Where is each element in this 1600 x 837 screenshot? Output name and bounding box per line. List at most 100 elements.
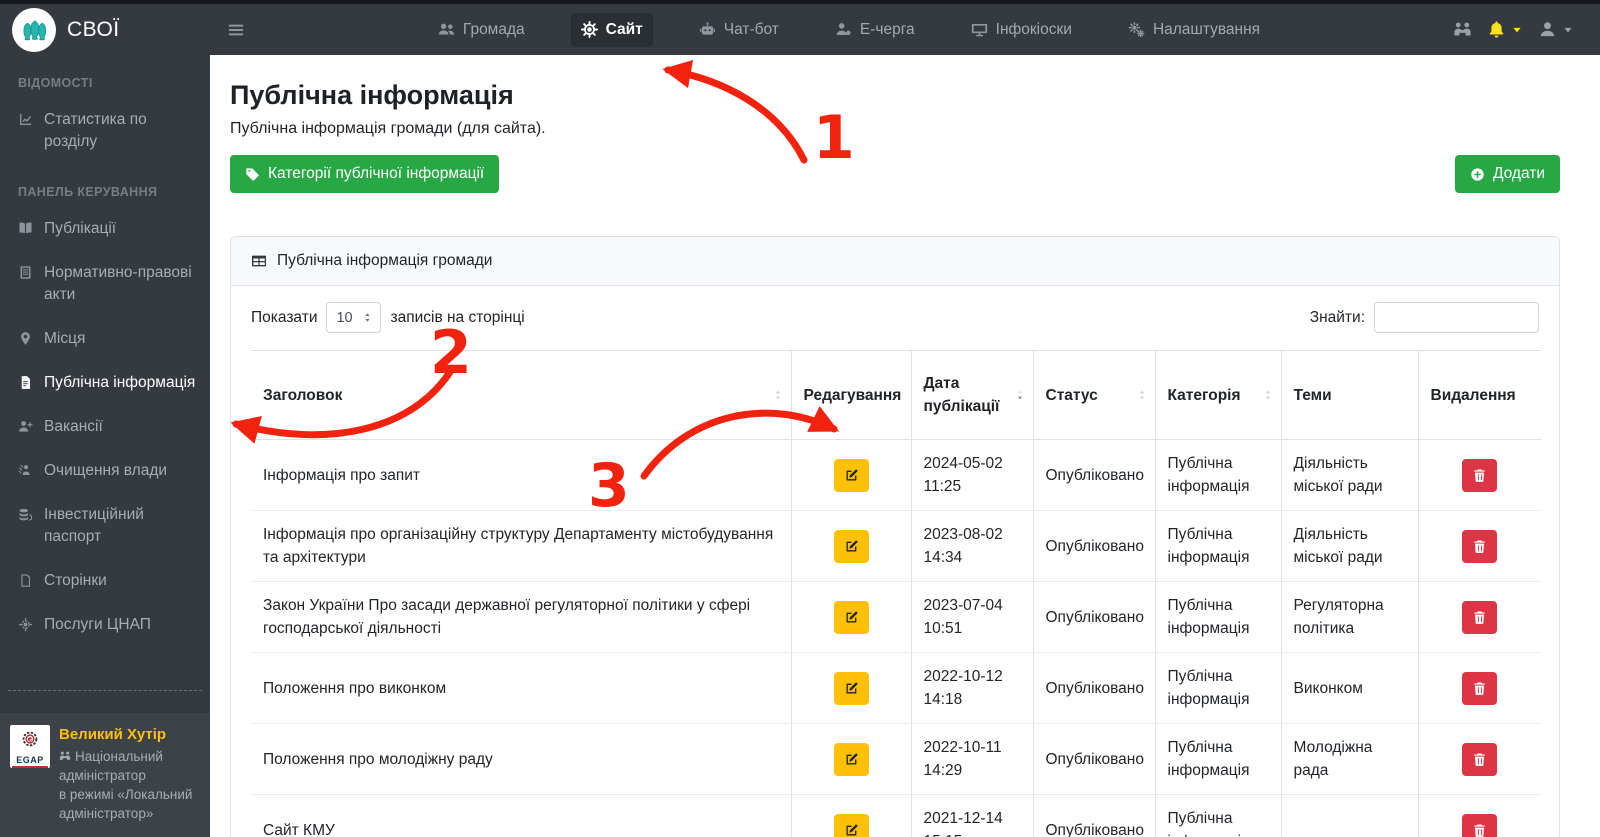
row-publish-date: 2023-07-04 10:51 bbox=[910, 581, 1033, 653]
column-header-6: Теми bbox=[1280, 350, 1418, 440]
delete-button[interactable] bbox=[1462, 813, 1498, 837]
public-info-table: Заголовок Редагування Дата публікації Стату… bbox=[251, 350, 1541, 837]
sort-icon bbox=[1135, 388, 1149, 402]
edit-button[interactable] bbox=[833, 529, 869, 563]
edit-button[interactable] bbox=[833, 671, 869, 705]
edit-button[interactable] bbox=[833, 813, 869, 837]
table-row: Положення про виконком 2022-10-12 14:18 Опу… bbox=[251, 652, 1541, 724]
nav-item-label: Громада bbox=[462, 20, 525, 38]
user-role: Національний адміністратор bbox=[59, 749, 163, 783]
add-button[interactable]: Додати bbox=[1454, 155, 1560, 193]
notifications-menu[interactable] bbox=[1487, 20, 1523, 39]
sidebar-item-8[interactable]: Вакансії bbox=[0, 405, 210, 449]
row-delete-cell bbox=[1417, 723, 1541, 795]
sidebar-item-label: Очищення влади bbox=[44, 462, 168, 479]
sidebar-item-2[interactable]: Статистика по розділу bbox=[0, 98, 210, 164]
categories-button[interactable]: Категорії публічної інформації bbox=[230, 155, 500, 193]
table-header-row: Заголовок Редагування Дата публікації Стату… bbox=[251, 350, 1541, 440]
row-topic: Діяльність міської ради bbox=[1280, 439, 1418, 511]
edit-button[interactable] bbox=[833, 600, 869, 634]
edit-button[interactable] bbox=[833, 742, 869, 776]
table-row: Закон України Про засади державної регул… bbox=[251, 581, 1541, 653]
tag-icon bbox=[245, 167, 260, 182]
sidebar-item-label: Послуги ЦНАП bbox=[44, 616, 151, 633]
trash-icon bbox=[1472, 610, 1487, 625]
sidebar-item-label: Вакансії bbox=[44, 418, 103, 435]
sidebar-item-label: Місця bbox=[44, 330, 86, 347]
caret-down-icon bbox=[1511, 24, 1523, 36]
row-edit-cell bbox=[790, 723, 911, 795]
row-edit-cell bbox=[790, 510, 911, 582]
date-value: 2024-05-02 bbox=[923, 455, 1003, 472]
bell-icon bbox=[1487, 20, 1506, 39]
page-size-select[interactable]: 10 bbox=[326, 302, 382, 333]
sidebar-section-label: ВІДОМОСТІ bbox=[18, 76, 93, 90]
time-value: 14:29 bbox=[923, 762, 963, 779]
edit-button[interactable] bbox=[833, 458, 869, 492]
sort-desc-icon bbox=[1013, 388, 1027, 402]
column-header-1[interactable]: Заголовок bbox=[251, 350, 791, 440]
sidebar-item-5[interactable]: Нормативно-правові акти bbox=[0, 251, 210, 317]
nav-item-1[interactable]: Громада bbox=[428, 13, 535, 47]
row-edit-cell bbox=[790, 794, 911, 837]
nav-item-label: Чат-бот bbox=[723, 20, 779, 38]
page-length-control: Показати 10 записів на сторінці bbox=[251, 302, 525, 333]
column-header-4[interactable]: Статус bbox=[1032, 350, 1155, 440]
sidebar: ВІДОМОСТІ Статистика по розділу ПАНЕЛЬ КЕР… bbox=[0, 55, 210, 837]
main-content: Публічна інформація Публічна інформація … bbox=[210, 55, 1600, 837]
caret-down-icon bbox=[1562, 24, 1574, 36]
delete-button[interactable] bbox=[1462, 458, 1498, 492]
brand[interactable]: СВОЇ bbox=[0, 7, 210, 52]
search-input[interactable] bbox=[1374, 302, 1539, 333]
search-label: Знайти: bbox=[1309, 308, 1365, 326]
sidebar-item-label: Публічна інформація bbox=[44, 374, 196, 391]
row-status: Опубліковано bbox=[1032, 581, 1155, 653]
gears-icon bbox=[1128, 21, 1145, 38]
nav-item-2[interactable]: Сайт bbox=[570, 12, 653, 47]
date-value: 2023-08-02 bbox=[923, 526, 1003, 543]
nav-item-5[interactable]: Інфокіоски bbox=[961, 13, 1082, 47]
sidebar-divider bbox=[8, 690, 202, 691]
sidebar-item-label: Інвестиційний паспорт bbox=[44, 506, 144, 545]
table-icon bbox=[251, 253, 267, 269]
delete-button[interactable] bbox=[1462, 671, 1498, 705]
records-label: записів на сторінці bbox=[390, 308, 525, 326]
sidebar-user-block[interactable]: EGAP Великий Хутір Національний адмініст… bbox=[0, 713, 210, 837]
sidebar-item-label: Нормативно-правові акти bbox=[44, 264, 192, 303]
column-header-5[interactable]: Категорія bbox=[1154, 350, 1281, 440]
trash-icon bbox=[1472, 468, 1487, 483]
sidebar-toggle-icon[interactable] bbox=[227, 21, 245, 39]
row-status: Опубліковано bbox=[1032, 794, 1155, 837]
main-nav: Громада Сайт Чат-бот Е-черга Інфокіоски Налаш… bbox=[428, 12, 1270, 47]
column-header-3[interactable]: Дата публікації bbox=[910, 350, 1033, 440]
delete-button[interactable] bbox=[1462, 529, 1498, 563]
sidebar-section-label: ПАНЕЛЬ КЕРУВАННЯ bbox=[18, 185, 158, 199]
row-edit-cell bbox=[790, 652, 911, 724]
delete-button[interactable] bbox=[1462, 600, 1498, 634]
page-icon bbox=[18, 573, 33, 588]
sidebar-item-7[interactable]: Публічна інформація bbox=[0, 361, 210, 405]
sidebar-item-9[interactable]: Очищення влади bbox=[0, 449, 210, 493]
sidebar-menu: ВІДОМОСТІ Статистика по розділу ПАНЕЛЬ КЕР… bbox=[0, 55, 210, 647]
nav-item-6[interactable]: Налаштування bbox=[1118, 13, 1270, 47]
row-publish-date: 2022-10-11 14:29 bbox=[910, 723, 1033, 795]
sidebar-item-10[interactable]: Інвестиційний паспорт bbox=[0, 493, 210, 559]
delete-button[interactable] bbox=[1462, 742, 1498, 776]
doc-lines-icon bbox=[18, 265, 33, 280]
row-delete-cell bbox=[1417, 794, 1541, 837]
table-row: Сайт КМУ 2021-12-14 15:15 ОпублікованоПублі… bbox=[251, 794, 1541, 837]
row-title: Сайт КМУ bbox=[251, 794, 791, 837]
sidebar-item-12[interactable]: Послуги ЦНАП bbox=[0, 603, 210, 647]
row-title: Інформація про організаційну структуру Д… bbox=[251, 510, 791, 582]
nav-item-4[interactable]: Е-черга bbox=[825, 13, 925, 47]
nav-item-3[interactable]: Чат-бот bbox=[689, 13, 789, 47]
person-queue-icon bbox=[835, 21, 852, 38]
sidebar-item-4[interactable]: Публікації bbox=[0, 207, 210, 251]
sidebar-item-6[interactable]: Місця bbox=[0, 317, 210, 361]
account-menu[interactable] bbox=[1538, 20, 1574, 39]
partners-icon[interactable] bbox=[1453, 20, 1472, 39]
column-header-7: Видалення bbox=[1417, 350, 1541, 440]
egap-logo-text: EGAP bbox=[16, 755, 44, 765]
sidebar-item-11[interactable]: Сторінки bbox=[0, 559, 210, 603]
card-title: Публічна інформація громади bbox=[277, 252, 493, 269]
